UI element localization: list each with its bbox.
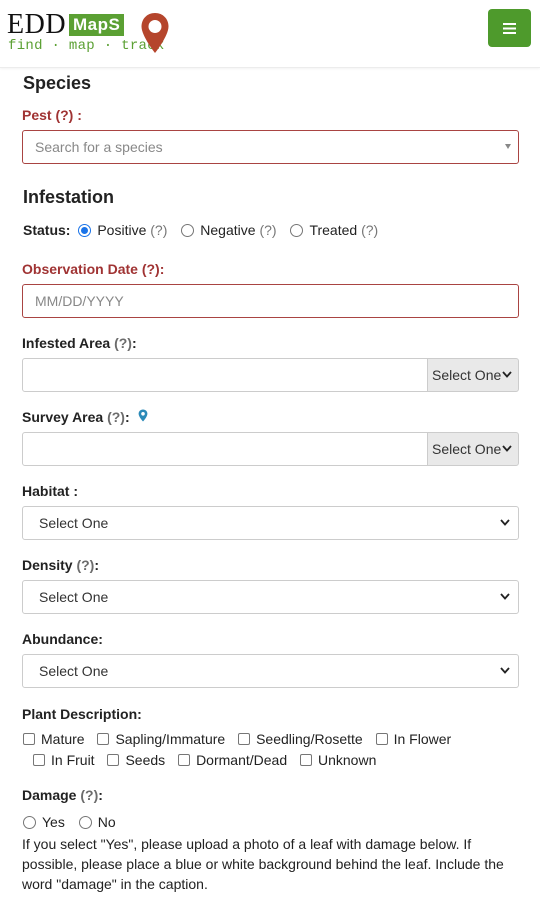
survey-area-unit-select[interactable]: Select One: [427, 432, 519, 466]
infested-area-help-link[interactable]: (?): [114, 335, 132, 351]
infested-area-unit-select[interactable]: Select One: [427, 358, 519, 392]
radio-positive[interactable]: [78, 224, 92, 237]
damage-option-yes[interactable]: Yes: [23, 814, 65, 830]
pest-placeholder: Search for a species: [35, 139, 163, 155]
checkbox[interactable]: [238, 733, 251, 745]
observation-date-label: Observation Date (?):: [22, 261, 165, 277]
checkbox[interactable]: [107, 754, 120, 766]
survey-area-help-link[interactable]: (?): [107, 409, 125, 425]
checkbox[interactable]: [178, 754, 191, 766]
plant-desc-option[interactable]: Sapling/Immature: [97, 731, 225, 747]
density-select[interactable]: Select One: [22, 580, 519, 614]
density-help-link[interactable]: (?): [76, 557, 94, 573]
checkbox[interactable]: [97, 733, 110, 745]
plant-desc-option[interactable]: Seeds: [107, 752, 165, 768]
status-label: Status:: [23, 222, 71, 238]
infested-area-input[interactable]: [22, 358, 428, 392]
plant-description-label: Plant Description:: [22, 706, 142, 722]
logo-edd-text: EDD: [7, 9, 67, 40]
chevron-down-icon: [502, 445, 512, 452]
radio-no[interactable]: [78, 816, 92, 829]
radio-treated[interactable]: [290, 224, 304, 237]
plant-desc-option[interactable]: In Flower: [375, 731, 451, 747]
survey-area-label: Survey Area (?):: [22, 409, 148, 425]
damage-note-text: If you select "Yes", please upload a pho…: [22, 836, 504, 892]
plant-desc-option[interactable]: Seedling/Rosette: [238, 731, 363, 747]
status-option-negative[interactable]: Negative (?): [181, 222, 277, 238]
infested-area-label: Infested Area (?):: [22, 335, 137, 351]
habitat-select[interactable]: Select One: [22, 506, 519, 540]
species-heading: Species: [23, 73, 92, 93]
map-marker-icon[interactable]: [138, 409, 148, 422]
habitat-label: Habitat :: [22, 483, 78, 499]
damage-option-no[interactable]: No: [78, 814, 116, 830]
chevron-down-icon: [502, 371, 512, 378]
eddmaps-logo[interactable]: EDD MapS find · map · track: [7, 10, 172, 56]
status-option-treated[interactable]: Treated (?): [290, 222, 378, 238]
menu-toggle-button[interactable]: [488, 9, 531, 47]
plant-desc-option[interactable]: Unknown: [300, 752, 376, 768]
positive-help-link[interactable]: (?): [150, 222, 167, 238]
plant-desc-option[interactable]: Mature: [23, 731, 85, 747]
chevron-down-icon: [500, 593, 510, 600]
dropdown-caret-icon: [505, 144, 511, 149]
checkbox[interactable]: [300, 754, 312, 766]
logo-maps-text: MapS: [69, 14, 125, 36]
infested-area-group: Select One: [22, 358, 519, 392]
plant-desc-option[interactable]: Dormant/Dead: [178, 752, 287, 768]
pest-search-select[interactable]: Search for a species: [22, 130, 519, 164]
pest-help-link[interactable]: (?): [55, 107, 73, 123]
survey-area-input[interactable]: [22, 432, 428, 466]
chevron-down-icon: [500, 519, 510, 526]
checkbox[interactable]: [23, 733, 35, 745]
abundance-select[interactable]: Select One: [22, 654, 519, 688]
treated-help-link[interactable]: (?): [361, 222, 378, 238]
status-option-positive[interactable]: Positive (?): [78, 222, 167, 238]
plant-description-row-1: Mature Sapling/Immature Seedling/Rosette…: [23, 731, 460, 747]
obs-date-placeholder: MM/DD/YYYY: [35, 293, 124, 309]
hamburger-icon: [503, 22, 516, 34]
plant-desc-option[interactable]: In Fruit: [33, 752, 95, 768]
damage-options-row: Yes No: [23, 814, 126, 830]
infestation-heading: Infestation: [23, 187, 115, 207]
plant-description-row-2: In Fruit Seeds Dormant/Dead Unknown: [33, 752, 385, 768]
status-row: Status: Positive (?) Negative (?) Treate…: [23, 222, 388, 238]
density-label: Density (?):: [22, 557, 100, 573]
damage-help-link[interactable]: (?): [80, 787, 98, 803]
observation-date-input[interactable]: MM/DD/YYYY: [22, 284, 519, 318]
radio-negative[interactable]: [181, 224, 195, 237]
chevron-down-icon: [500, 667, 510, 674]
radio-yes[interactable]: [23, 816, 36, 829]
damage-label: Damage (?):: [22, 787, 103, 803]
pest-label: Pest (?) :: [22, 107, 82, 123]
obs-date-help-link[interactable]: (?): [142, 261, 160, 277]
survey-area-group: Select One: [22, 432, 519, 466]
checkbox[interactable]: [375, 733, 388, 745]
map-pin-icon: [141, 13, 169, 53]
abundance-label: Abundance:: [22, 631, 103, 647]
negative-help-link[interactable]: (?): [259, 222, 276, 238]
top-navbar: EDD MapS find · map · track: [0, 0, 540, 68]
checkbox[interactable]: [33, 754, 45, 766]
